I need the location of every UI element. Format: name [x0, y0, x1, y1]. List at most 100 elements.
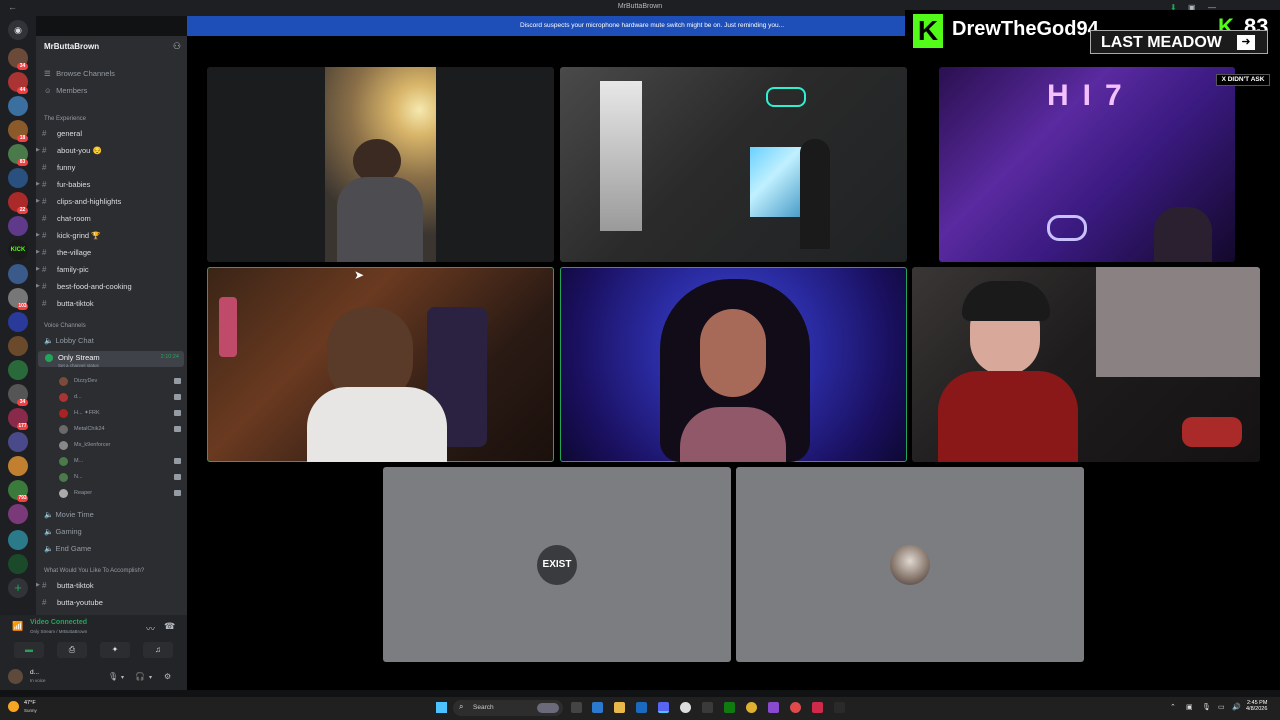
- members[interactable]: ☺ Members: [44, 86, 87, 95]
- weather-temp[interactable]: 47°F: [24, 700, 36, 706]
- voice-channel-gaming[interactable]: 🔈 Gaming: [44, 527, 82, 536]
- noise-suppression-icon[interactable]: 〰: [146, 622, 155, 635]
- voice-status-subtitle[interactable]: Only Stream / MrButtaBrown: [30, 629, 87, 634]
- server-icon-3[interactable]: [8, 96, 28, 116]
- voice-member[interactable]: M...: [57, 456, 185, 468]
- file-explorer-icon[interactable]: [614, 702, 625, 713]
- app-icon[interactable]: [790, 702, 801, 713]
- browse-channels[interactable]: ☰ Browse Channels: [44, 69, 115, 78]
- voice-member[interactable]: Reaper: [57, 488, 185, 500]
- video-tile-avatar-2[interactable]: [736, 467, 1084, 662]
- chrome-icon[interactable]: [746, 702, 757, 713]
- category-accomplish[interactable]: What Would You Like To Accomplish?: [44, 568, 144, 574]
- discord-taskbar-icon[interactable]: [658, 702, 669, 713]
- video-tile-participant-4[interactable]: [207, 267, 554, 462]
- headphones-icon[interactable]: 🎧: [135, 672, 145, 681]
- video-tile-participant-6[interactable]: [912, 267, 1260, 462]
- video-tile-participant-5[interactable]: [560, 267, 907, 462]
- channel-funny[interactable]: # funny: [38, 160, 184, 175]
- server-icon-kick[interactable]: KICK: [8, 240, 28, 260]
- video-tile-participant-2[interactable]: [560, 67, 907, 262]
- xbox-icon[interactable]: [724, 702, 735, 713]
- channel-butta-youtube[interactable]: # butta-youtube: [38, 595, 184, 610]
- invite-icon[interactable]: ⚇: [173, 41, 181, 52]
- username[interactable]: d...: [30, 669, 39, 676]
- edge-icon[interactable]: [592, 702, 603, 713]
- task-view-icon[interactable]: [571, 702, 582, 713]
- voice-member[interactable]: N...: [57, 472, 185, 484]
- channel-the-village[interactable]: ▶ # the-village: [36, 245, 184, 260]
- chevron-down-icon[interactable]: ▾: [149, 674, 152, 681]
- voice-member[interactable]: DizzyDev: [57, 376, 185, 388]
- server-icon-13[interactable]: [8, 360, 28, 380]
- server-icon-21[interactable]: [8, 554, 28, 574]
- channel-butta-tiktok[interactable]: # butta-tiktok: [38, 296, 184, 311]
- category-voice-channels[interactable]: Voice Channels: [44, 323, 86, 329]
- app-icon[interactable]: [812, 702, 823, 713]
- channel-family-pic[interactable]: ▶ # family-pic: [36, 262, 184, 277]
- store-icon[interactable]: [636, 702, 647, 713]
- chevron-right-icon: ▶: [36, 249, 40, 255]
- direct-messages-icon[interactable]: ◉: [8, 20, 28, 40]
- network-icon[interactable]: ▭: [1218, 703, 1225, 711]
- avatar[interactable]: [8, 669, 23, 684]
- server-icon-20[interactable]: [8, 530, 28, 550]
- weather-sun-icon[interactable]: [8, 701, 19, 712]
- steam-icon[interactable]: [702, 702, 713, 713]
- chevron-down-icon[interactable]: ▾: [121, 674, 124, 681]
- microphone-icon[interactable]: 🎙: [108, 672, 118, 681]
- avatar: [59, 425, 68, 434]
- voice-member[interactable]: Ms_k9enforcer: [57, 440, 185, 452]
- voice-member[interactable]: d...: [57, 392, 185, 404]
- voice-channel-lobby-chat[interactable]: 🔈 Lobby Chat: [44, 336, 94, 345]
- clock[interactable]: 2:45 PM 4/8/2026: [1246, 700, 1267, 712]
- windows-start-icon[interactable]: [436, 702, 447, 713]
- add-server-icon[interactable]: +: [8, 578, 28, 598]
- voice-member[interactable]: H... ✦FRK: [57, 408, 185, 420]
- server-icon-19[interactable]: [8, 504, 28, 524]
- server-icon-17[interactable]: [8, 456, 28, 476]
- overlay-tag: X DIDN'T ASK: [1216, 74, 1270, 86]
- settings-gear-icon[interactable]: ⚙: [164, 672, 171, 681]
- channel-status[interactable]: Set a channel status: [58, 363, 184, 368]
- soundboard-button[interactable]: ♫: [143, 642, 173, 658]
- activities-button[interactable]: ✦: [100, 642, 130, 658]
- server-icon-12[interactable]: [8, 336, 28, 356]
- server-icon-9[interactable]: [8, 264, 28, 284]
- channel-kick-grind[interactable]: ▶ # kick-grind 🏆: [36, 228, 184, 243]
- category-the-experience[interactable]: The Experience: [44, 116, 86, 122]
- disconnect-icon[interactable]: ☎: [164, 621, 175, 632]
- chevron-up-icon[interactable]: ⌃: [1170, 703, 1176, 711]
- channel-chat-room[interactable]: # chat-room: [38, 211, 184, 226]
- channel-about-you[interactable]: ▶ # about-you 😔: [36, 143, 184, 158]
- channel-fur-babies[interactable]: ▶ # fur-babies: [36, 177, 184, 192]
- channel-best-food-and-cooking[interactable]: ▶ # best-food-and-cooking: [36, 279, 184, 294]
- server-header[interactable]: MrButtaBrown ⚇: [36, 36, 187, 58]
- voice-channel-end-game[interactable]: 🔈 End Game: [44, 544, 91, 553]
- server-icon-8[interactable]: [8, 216, 28, 236]
- app-icon[interactable]: [768, 702, 779, 713]
- video-tile-participant-1[interactable]: [207, 67, 554, 262]
- channel-general[interactable]: # general: [38, 126, 184, 141]
- video-tile-participant-3[interactable]: HI7: [939, 67, 1235, 262]
- mic-tray-icon[interactable]: 🎙: [1202, 703, 1211, 711]
- voice-member[interactable]: MetalChik24: [57, 424, 185, 436]
- taskbar-search[interactable]: ⌕ Search: [453, 700, 563, 716]
- camera-button[interactable]: ▬: [14, 642, 44, 658]
- background-wall: [1096, 267, 1260, 377]
- app-icon[interactable]: [680, 702, 691, 713]
- server-icon-16[interactable]: [8, 432, 28, 452]
- screen-share-button[interactable]: ⎙: [57, 642, 87, 658]
- app-icon[interactable]: [834, 702, 845, 713]
- voice-channel-movie-time[interactable]: 🔈 Movie Time: [44, 510, 94, 519]
- volume-icon[interactable]: 🔊: [1232, 703, 1241, 711]
- voice-channel-only-stream[interactable]: Only Stream 2:10:24 Set a channel status: [38, 351, 184, 368]
- weather-desc: Sunny: [24, 708, 37, 713]
- channel-butta-tiktok-2[interactable]: ▶ # butta-tiktok: [36, 578, 184, 593]
- speaker-icon: 🔈: [44, 510, 54, 519]
- app-tray-icon[interactable]: ▣: [1186, 703, 1193, 711]
- video-tile-avatar-exist[interactable]: EXIST: [383, 467, 731, 662]
- server-icon-6[interactable]: [8, 168, 28, 188]
- channel-clips-and-highlights[interactable]: ▶ # clips-and-highlights: [36, 194, 184, 209]
- server-icon-11[interactable]: [8, 312, 28, 332]
